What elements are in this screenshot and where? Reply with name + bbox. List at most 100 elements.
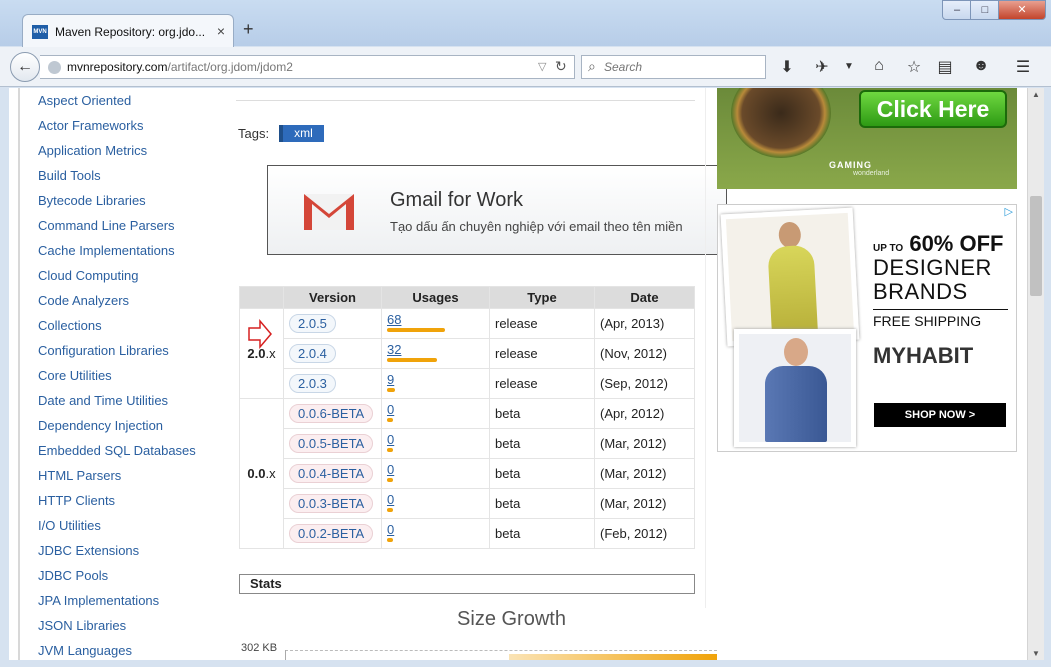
sidebar-category-link[interactable]: Code Analyzers	[38, 293, 129, 308]
gmail-ad-banner[interactable]: Gmail for Work Tạo dấu ấn chuyên nghiệp …	[267, 165, 727, 255]
tab-title: Maven Repository: org.jdo...	[55, 25, 206, 39]
game-ad-brand-sub: wonderland	[853, 170, 890, 177]
usages-link[interactable]: 0	[387, 432, 489, 447]
version-link[interactable]: 0.0.4-BETA	[289, 464, 374, 483]
sidebar-category-link[interactable]: HTTP Clients	[38, 493, 115, 508]
adchoices-icon[interactable]: ▷	[1005, 205, 1013, 218]
maximize-button[interactable]: □	[970, 0, 1000, 20]
model-dress	[767, 244, 818, 336]
close-window-button[interactable]: ✕	[998, 0, 1046, 20]
sidebar-category-link[interactable]: Build Tools	[38, 168, 101, 183]
url-dropdown-icon[interactable]: ▽	[538, 60, 546, 73]
sidebar-category-link[interactable]: Configuration Libraries	[38, 343, 169, 358]
sidebar-category-link[interactable]: Bytecode Libraries	[38, 193, 146, 208]
usages-link[interactable]: 0	[387, 402, 489, 417]
usages-link[interactable]: 0	[387, 492, 489, 507]
back-button[interactable]: ←	[10, 52, 40, 82]
usages-bar	[387, 357, 437, 362]
home-icon[interactable]: ⌂	[868, 57, 890, 75]
version-link[interactable]: 0.0.3-BETA	[289, 494, 374, 513]
extension-icon[interactable]: ✈	[811, 57, 833, 77]
sidebar-category-link[interactable]: I/O Utilities	[38, 518, 101, 533]
tags-label: Tags:	[238, 126, 270, 141]
menu-icon[interactable]: ☰	[1012, 57, 1034, 77]
usages-link[interactable]: 9	[387, 372, 489, 387]
sidebar-category-link[interactable]: JDBC Pools	[38, 568, 108, 583]
download-icon[interactable]: ⬇	[776, 57, 798, 77]
date-cell: (Feb, 2012)	[594, 518, 695, 549]
version-cell: 2.0.4	[283, 338, 382, 369]
ad-line-brands: BRANDS	[873, 279, 968, 304]
window-titlebar: MVN Maven Repository: org.jdo... × + – □…	[0, 0, 1051, 48]
version-link[interactable]: 2.0.4	[289, 344, 336, 363]
date-cell: (Apr, 2013)	[594, 308, 695, 339]
usages-link[interactable]: 0	[387, 462, 489, 477]
version-link[interactable]: 2.0.3	[289, 374, 336, 393]
sidebar-category-link[interactable]: Actor Frameworks	[38, 118, 143, 133]
version-link[interactable]: 0.0.2-BETA	[289, 524, 374, 543]
version-row: 0.0.2-BETA 0 beta (Feb, 2012)	[240, 518, 695, 549]
version-link[interactable]: 2.0.5	[289, 314, 336, 333]
size-growth-axis	[285, 650, 286, 660]
sidebar-category-link[interactable]: JVM Languages	[38, 643, 132, 658]
sidebar-category-link[interactable]: Embedded SQL Databases	[38, 443, 196, 458]
chat-icon[interactable]: ☻	[970, 57, 992, 75]
myhabit-ad-banner[interactable]: ▷ UP TO 60% OFF DESIGNER BRANDS FREE SHI…	[717, 204, 1017, 452]
game-ad-click-here-button[interactable]: Click Here	[859, 90, 1007, 128]
scrollbar-thumb[interactable]	[1030, 196, 1042, 296]
search-input[interactable]	[604, 59, 759, 75]
browser-tab[interactable]: MVN Maven Repository: org.jdo... ×	[22, 14, 234, 48]
search-bar[interactable]: ⌕	[581, 55, 766, 79]
sidebar-category-link[interactable]: Date and Time Utilities	[38, 393, 168, 408]
date-header: Date	[594, 286, 695, 309]
usages-bar	[387, 417, 393, 422]
woman-dress-photo	[720, 207, 860, 347]
scroll-up-icon[interactable]: ▲	[1032, 90, 1040, 99]
tab-close-icon[interactable]: ×	[217, 23, 225, 39]
vertical-scrollbar[interactable]: ▲ ▼	[1027, 88, 1044, 660]
sidebar-category-link[interactable]: Dependency Injection	[38, 418, 163, 433]
sidebar-category-link[interactable]: Core Utilities	[38, 368, 112, 383]
model-head	[784, 338, 808, 366]
usages-cell: 32	[381, 338, 490, 369]
column-divider	[705, 88, 706, 608]
url-text[interactable]: mvnrepository.com/artifact/org.jdom/jdom…	[67, 60, 293, 74]
version-cell: 0.0.3-BETA	[283, 488, 382, 519]
tag-xml[interactable]: xml	[279, 125, 324, 142]
game-ad-banner[interactable]: Click Here GAMING wonderland	[717, 88, 1017, 189]
sidebar-category-link[interactable]: HTML Parsers	[38, 468, 121, 483]
version-row: 2.0.3 9 release (Sep, 2012)	[240, 368, 695, 399]
extension-menu-icon[interactable]: ▼	[838, 61, 860, 72]
url-domain: mvnrepository.com	[67, 60, 168, 74]
usages-header: Usages	[381, 286, 490, 309]
size-growth-y-label: 302 KB	[241, 642, 278, 654]
shop-now-button[interactable]: SHOP NOW >	[874, 403, 1006, 427]
usages-link[interactable]: 32	[387, 342, 489, 357]
usages-link[interactable]: 68	[387, 312, 489, 327]
version-link[interactable]: 0.0.6-BETA	[289, 404, 374, 423]
date-cell: (Sep, 2012)	[594, 368, 695, 399]
sidebar-category-link[interactable]: Aspect Oriented	[38, 93, 131, 108]
navigation-toolbar: mvnrepository.com/artifact/org.jdom/jdom…	[0, 47, 1051, 87]
sidebar-category-link[interactable]: JDBC Extensions	[38, 543, 139, 558]
scroll-down-icon[interactable]: ▼	[1032, 649, 1040, 658]
version-row: 0.0.5-BETA 0 beta (Mar, 2012)	[240, 428, 695, 459]
sidebar-category-link[interactable]: JPA Implementations	[38, 593, 159, 608]
reload-icon[interactable]: ↻	[555, 58, 567, 75]
sidebar-category-link[interactable]: Cloud Computing	[38, 268, 138, 283]
minimize-button[interactable]: –	[942, 0, 972, 20]
sidebar-category-link[interactable]: Collections	[38, 318, 102, 333]
sidebar-category-link[interactable]: JSON Libraries	[38, 618, 126, 633]
version-link[interactable]: 0.0.5-BETA	[289, 434, 374, 453]
sidebar-category-link[interactable]: Command Line Parsers	[38, 218, 175, 233]
reading-list-icon[interactable]: ▤	[934, 57, 956, 77]
sidebar-category-link[interactable]: Application Metrics	[38, 143, 147, 158]
version-header: Version	[283, 286, 382, 309]
usages-link[interactable]: 0	[387, 522, 489, 537]
url-bar[interactable]: mvnrepository.com/artifact/org.jdom/jdom…	[40, 55, 575, 79]
sidebar-category-link[interactable]: Cache Implementations	[38, 243, 175, 258]
bookmark-star-icon[interactable]: ☆	[903, 57, 925, 77]
new-tab-icon[interactable]: +	[243, 19, 254, 40]
window-frame-right	[1044, 88, 1051, 660]
usages-bar	[387, 507, 393, 512]
